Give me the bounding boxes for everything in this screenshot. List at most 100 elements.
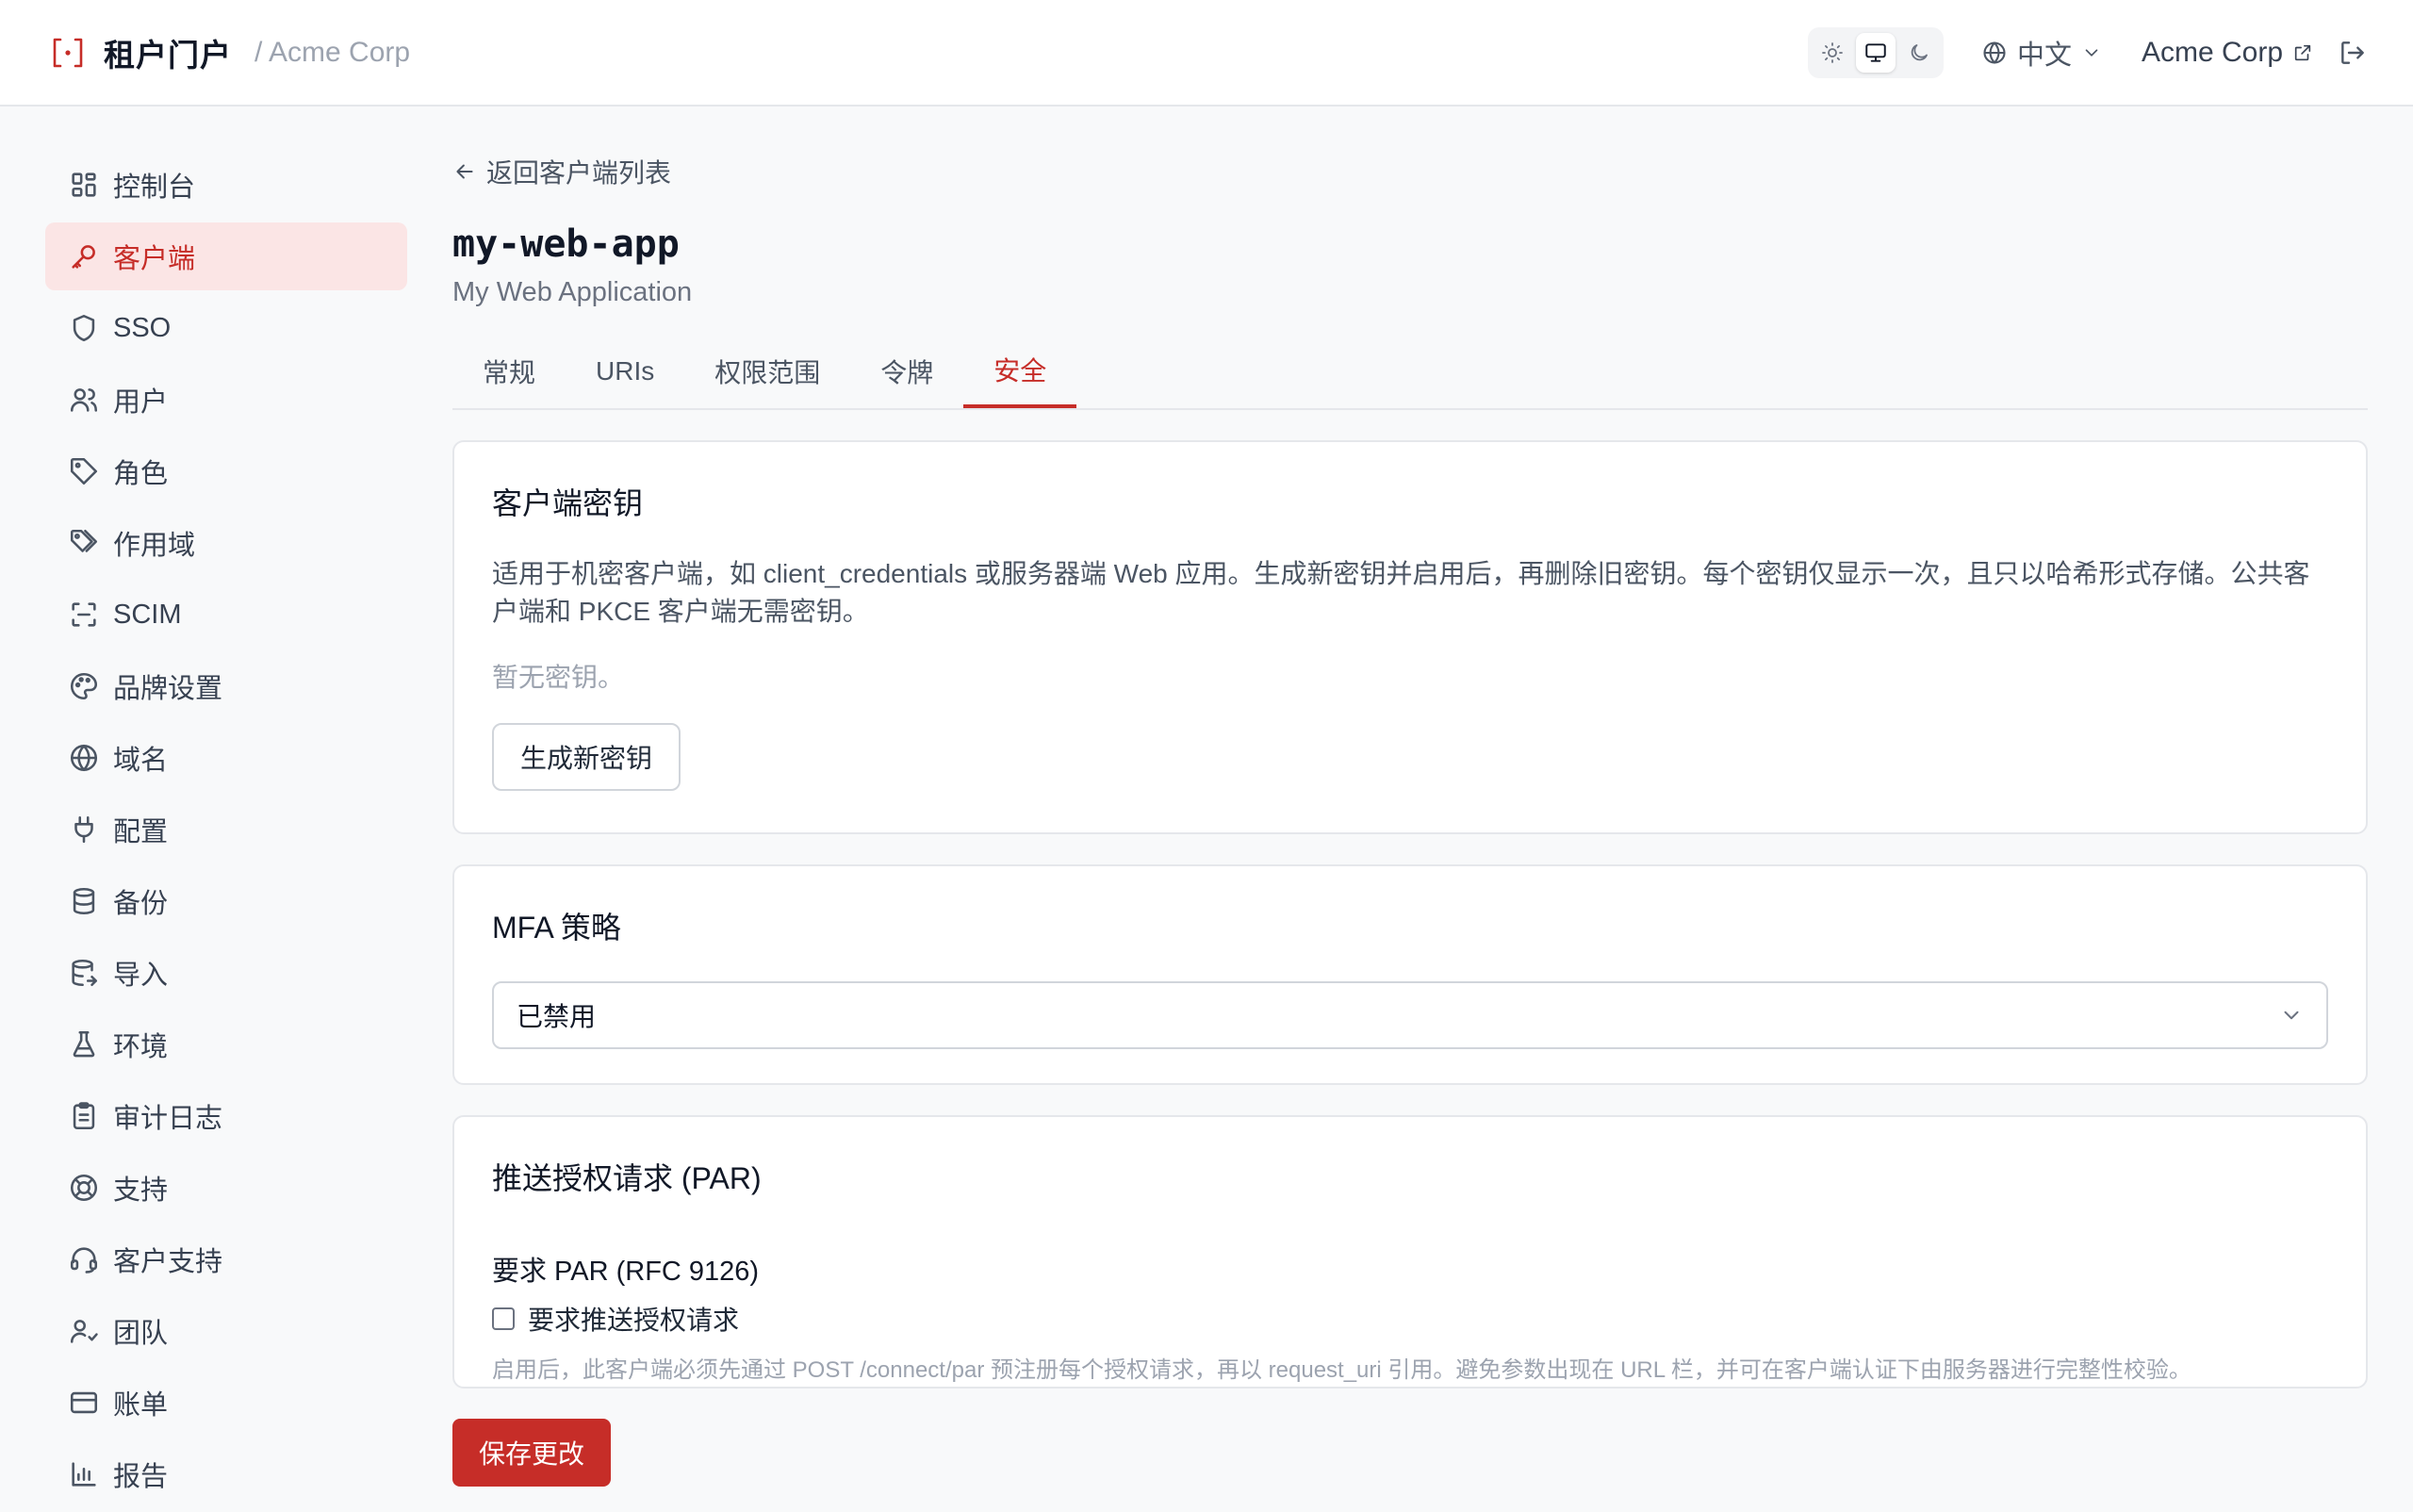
org-link[interactable]: Acme Corp (2142, 37, 2313, 69)
back-to-clients-link[interactable]: 返回客户端列表 (452, 151, 2368, 192)
sidebar-item-label: 支持 (113, 1175, 169, 1206)
credit-card-icon (68, 1387, 100, 1419)
theme-toggle (1807, 26, 1944, 78)
tab-uris[interactable]: URIs (566, 335, 684, 408)
par-field-label: 要求 PAR (RFC 9126) (492, 1257, 760, 1287)
shield-icon (68, 312, 100, 344)
palette-icon (68, 670, 100, 702)
top-header: 租户门户 / Acme Corp 中文 Acme Corp (0, 0, 2413, 107)
scan-icon (68, 599, 100, 631)
sidebar: 控制台 客户端 SSO 用户 角色 作用域 SCIM 品牌设置 域名 配置 备份 (45, 151, 407, 1512)
sidebar-item-roles[interactable]: 角色 (45, 437, 407, 505)
dashboard-icon (68, 169, 100, 201)
sidebar-item-label: 报告 (113, 1462, 169, 1492)
sidebar-item-label: 控制台 (113, 173, 196, 203)
sidebar-item-label: 用户 (113, 387, 169, 418)
logo-bracket-icon (49, 34, 87, 72)
tags-icon (68, 527, 100, 559)
sidebar-item-dashboard[interactable]: 控制台 (45, 151, 407, 219)
mfa-policy-card: MFA 策略 已禁用 (452, 864, 2368, 1085)
mfa-policy-title: MFA 策略 (492, 911, 621, 945)
plug-icon (68, 814, 100, 846)
sidebar-item-label: 作用域 (113, 531, 196, 561)
sidebar-item-branding[interactable]: 品牌设置 (45, 652, 407, 720)
headset-icon (68, 1243, 100, 1275)
globe-icon (1981, 40, 2008, 66)
tab-bar: 常规 URIs 权限范围 令牌 安全 (452, 335, 2368, 410)
sidebar-item-label: 角色 (113, 459, 169, 489)
tab-general[interactable]: 常规 (452, 335, 566, 408)
sidebar-item-label: 导入 (113, 961, 169, 991)
sidebar-item-scopes[interactable]: 作用域 (45, 509, 407, 577)
sidebar-item-customer-support[interactable]: 客户支持 (45, 1225, 407, 1293)
sidebar-item-audit-log[interactable]: 审计日志 (45, 1082, 407, 1150)
generate-secret-button[interactable]: 生成新密钥 (492, 723, 681, 791)
client-secrets-card: 客户端密钥 适用于机密客户端，如 client_credentials 或服务器… (452, 440, 2368, 834)
client-secrets-description: 适用于机密客户端，如 client_credentials 或服务器端 Web … (492, 559, 2310, 626)
sidebar-item-scim[interactable]: SCIM (45, 581, 407, 649)
sidebar-item-billing[interactable]: 账单 (45, 1369, 407, 1437)
sidebar-item-reports[interactable]: 报告 (45, 1440, 407, 1508)
client-secrets-title: 客户端密钥 (492, 486, 644, 520)
arrow-left-icon (452, 159, 477, 184)
sidebar-item-label: 配置 (113, 817, 169, 847)
require-par-label: 要求推送授权请求 (528, 1306, 740, 1335)
page-subtitle: My Web Application (452, 277, 693, 307)
database-import-icon (68, 957, 100, 989)
sidebar-item-backup[interactable]: 备份 (45, 867, 407, 935)
back-label: 返回客户端列表 (486, 158, 672, 188)
save-changes-button[interactable]: 保存更改 (452, 1419, 612, 1487)
mfa-policy-select[interactable]: 已禁用 (492, 981, 2328, 1049)
par-help-text: 启用后，此客户端必须先通过 POST /connect/par 预注册每个授权请… (492, 1357, 2191, 1383)
theme-system-button[interactable] (1855, 32, 1896, 73)
clipboard-icon (68, 1100, 100, 1132)
theme-light-button[interactable] (1813, 33, 1852, 73)
sidebar-item-config[interactable]: 配置 (45, 796, 407, 863)
main-content: 返回客户端列表 my-web-app My Web Application 常规… (452, 151, 2368, 1487)
tenant-name: / Acme Corp (254, 36, 411, 68)
sidebar-item-label: 域名 (113, 746, 169, 776)
sidebar-item-team[interactable]: 团队 (45, 1297, 407, 1365)
sidebar-item-label: 客户端 (113, 244, 196, 274)
par-card: 推送授权请求 (PAR) 要求 PAR (RFC 9126) 要求推送授权请求 … (452, 1115, 2368, 1389)
bar-chart-icon (68, 1458, 100, 1490)
sidebar-item-label: SSO (113, 312, 172, 343)
theme-dark-button[interactable] (1899, 33, 1939, 73)
team-icon (68, 1315, 100, 1347)
sidebar-item-label: 审计日志 (113, 1104, 223, 1134)
external-link-icon (2292, 42, 2313, 63)
chevron-down-icon (2081, 42, 2102, 63)
sidebar-item-label: 账单 (113, 1390, 169, 1421)
sidebar-item-label: 团队 (113, 1319, 169, 1349)
org-name: Acme Corp (2141, 36, 2283, 68)
no-secrets-text: 暂无密钥。 (492, 663, 625, 692)
moon-icon (1908, 41, 1930, 64)
sidebar-item-support[interactable]: 支持 (45, 1154, 407, 1222)
tab-tokens[interactable]: 令牌 (850, 335, 963, 408)
monitor-icon (1863, 41, 1888, 65)
sidebar-item-label: 品牌设置 (113, 674, 223, 704)
sidebar-item-import[interactable]: 导入 (45, 939, 407, 1007)
tab-scopes[interactable]: 权限范围 (684, 335, 850, 408)
sidebar-item-clients[interactable]: 客户端 (45, 222, 407, 290)
sidebar-item-label: 客户支持 (113, 1247, 223, 1277)
language-selector[interactable]: 中文 (1981, 33, 2102, 73)
sidebar-item-label: 备份 (113, 889, 169, 919)
sidebar-item-label: SCIM (113, 599, 182, 630)
brand-name[interactable]: 租户门户 (104, 30, 232, 75)
language-label: 中文 (2016, 40, 2072, 71)
logout-icon[interactable] (2338, 38, 2368, 68)
globe-icon (68, 742, 100, 774)
tab-security[interactable]: 安全 (963, 335, 1077, 408)
require-par-checkbox[interactable] (492, 1307, 515, 1330)
sidebar-item-domains[interactable]: 域名 (45, 724, 407, 792)
sidebar-item-users[interactable]: 用户 (45, 366, 407, 434)
sidebar-item-environments[interactable]: 环境 (45, 1011, 407, 1078)
sidebar-item-sso[interactable]: SSO (45, 294, 407, 362)
chevron-down-icon (2279, 1003, 2304, 1027)
sidebar-item-label: 环境 (113, 1032, 169, 1062)
lifebuoy-icon (68, 1172, 100, 1204)
require-par-option[interactable]: 要求推送授权请求 (492, 1300, 2328, 1338)
database-icon (68, 885, 100, 917)
key-icon (68, 240, 100, 272)
